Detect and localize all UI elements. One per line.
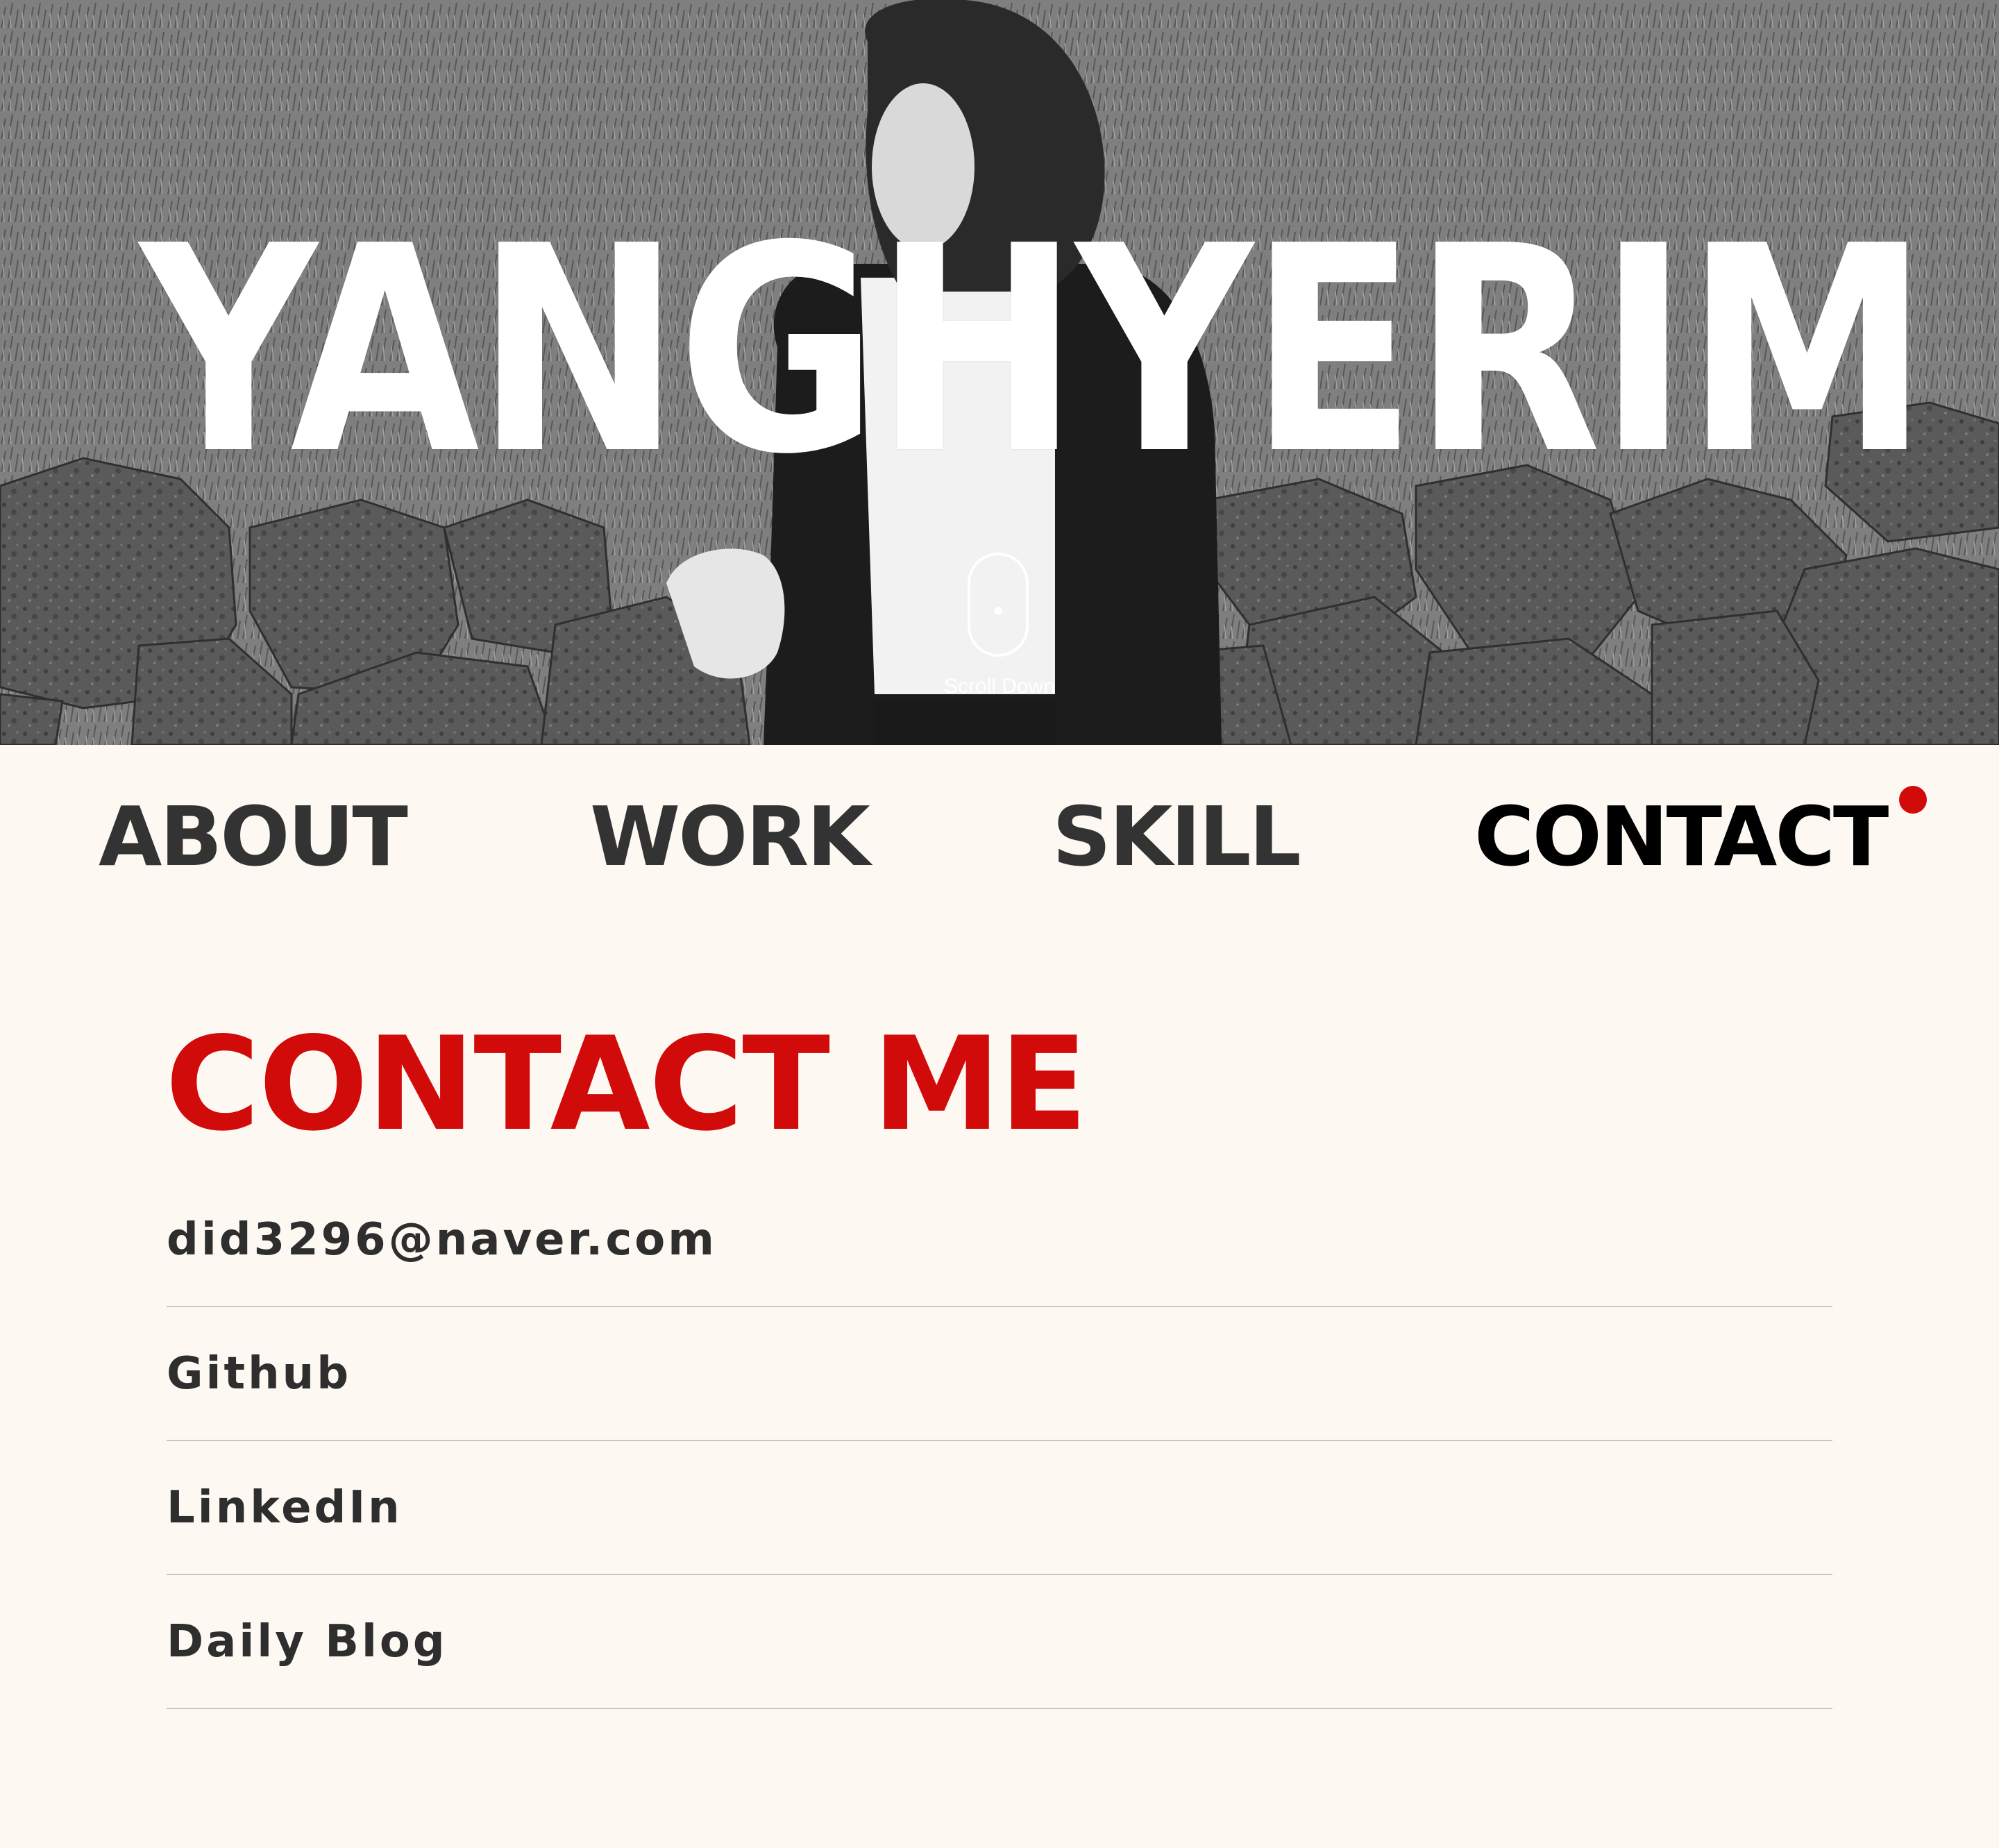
contact-item-email: did3296@naver.com [167,1173,1832,1307]
scroll-down-indicator[interactable]: Scroll Down [916,553,1083,705]
active-indicator-dot [1899,786,1927,814]
github-link[interactable]: Github [167,1346,351,1402]
daily-blog-link[interactable]: Daily Blog [167,1614,448,1670]
nav-item-work[interactable]: WORK [590,788,870,885]
contact-list: did3296@naver.com Github LinkedIn Daily … [167,1173,1832,1709]
contact-item-github: Github [167,1307,1832,1441]
contact-heading: CONTACT ME [165,1009,1088,1159]
linkedin-link[interactable]: LinkedIn [167,1480,403,1536]
scroll-down-label: Scroll Down [943,675,1056,698]
contact-item-blog: Daily Blog [167,1575,1832,1709]
portfolio-page: YANGHYERIM Scroll Down ABOUT WORK SKILL … [0,0,1999,1848]
contact-item-linkedin: LinkedIn [167,1441,1832,1575]
nav-item-about[interactable]: ABOUT [99,788,408,885]
nav-item-contact[interactable]: CONTACT [1474,788,1889,885]
mouse-scroll-icon [968,553,1029,657]
nav-item-skill[interactable]: SKILL [1052,788,1301,885]
hero-title: YANGHYERIM [140,185,1929,516]
mouse-wheel-dot [994,607,1002,615]
hero-section: YANGHYERIM Scroll Down [0,0,1999,745]
email-link[interactable]: did3296@naver.com [167,1212,717,1268]
